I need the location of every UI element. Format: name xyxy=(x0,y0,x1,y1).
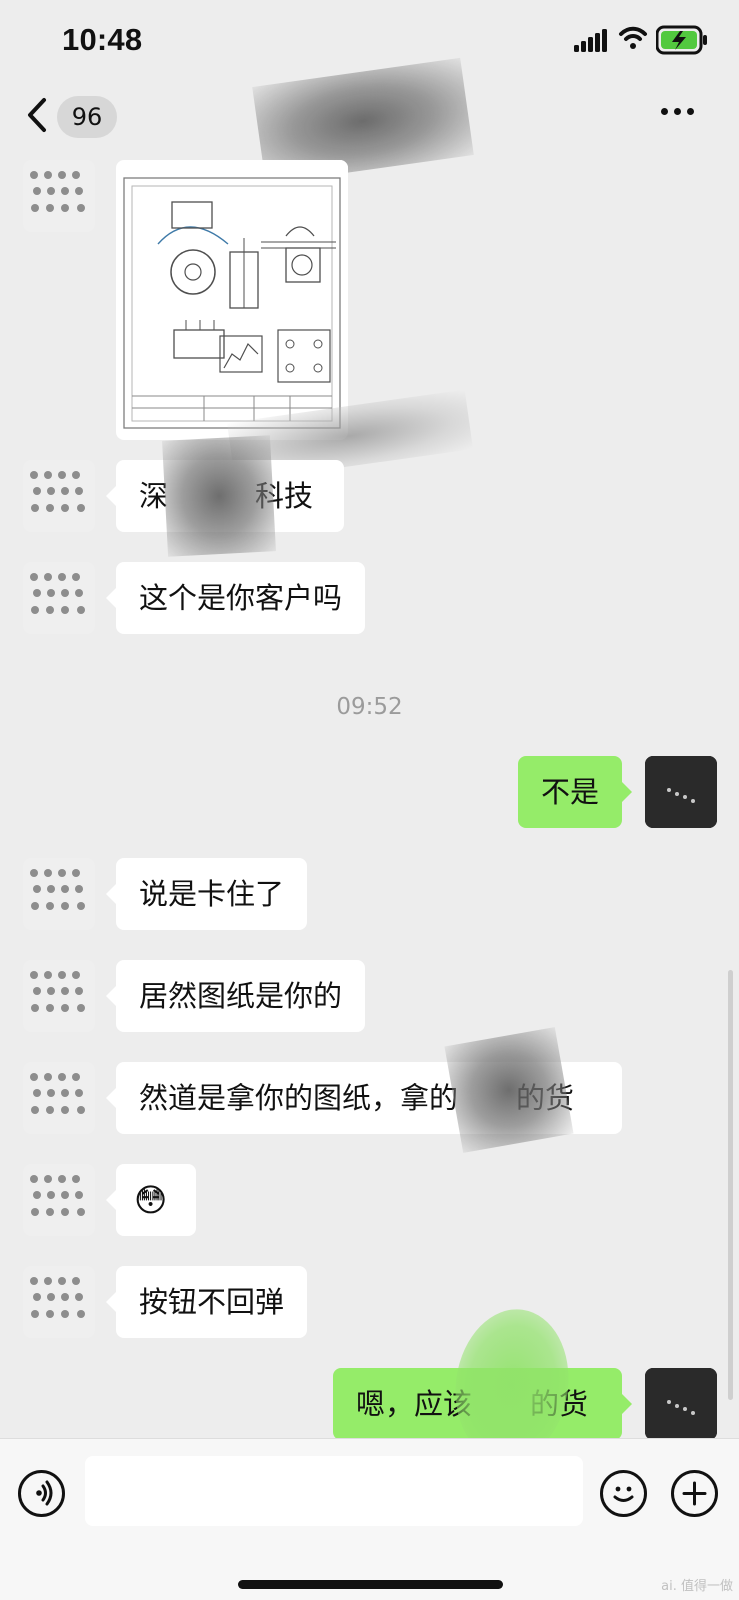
message-bubble[interactable]: 按钮不回弹 xyxy=(105,1266,308,1338)
dark-screw-avatar-image xyxy=(645,756,717,828)
message-bubble[interactable]: 这个是你客户吗 xyxy=(105,562,366,634)
redaction-smudge xyxy=(444,1027,574,1153)
status-bar: 10:48 xyxy=(0,0,739,80)
chat-navigation-bar: 96 xyxy=(0,57,739,185)
message-input-bar: ai. 值得一做 xyxy=(0,1438,739,1600)
screw-pattern-avatar-image xyxy=(23,460,95,532)
screw-pattern-avatar-image xyxy=(23,858,95,930)
more-horizontal-icon xyxy=(674,108,681,115)
contact-avatar[interactable] xyxy=(23,1062,95,1134)
home-indicator xyxy=(238,1580,503,1589)
dark-screw-avatar-image xyxy=(645,1368,717,1438)
embarrassed-emoji-icon[interactable]: 😳 xyxy=(106,1164,196,1236)
voice-icon xyxy=(36,1480,53,1506)
add-button[interactable] xyxy=(671,1470,718,1517)
chevron-left-icon xyxy=(28,98,46,132)
screw-pattern-avatar-image xyxy=(23,562,95,634)
message-timestamp: 09:52 xyxy=(336,694,403,720)
screw-pattern-avatar-image xyxy=(23,1164,95,1236)
wifi-icon xyxy=(619,26,647,49)
message-bubble[interactable]: 说是卡住了 xyxy=(105,858,308,930)
more-options-button[interactable] xyxy=(661,108,695,118)
voice-button[interactable] xyxy=(18,1470,65,1517)
more-horizontal-icon xyxy=(687,108,694,115)
contact-avatar[interactable] xyxy=(23,960,95,1032)
contact-avatar[interactable] xyxy=(23,1164,95,1236)
user-avatar[interactable] xyxy=(645,1368,717,1438)
back-button[interactable]: 96 xyxy=(24,92,120,142)
contact-avatar[interactable] xyxy=(23,858,95,930)
message-bubble[interactable]: 不是 xyxy=(518,756,632,828)
contact-avatar[interactable] xyxy=(23,460,95,532)
watermark-text: ai. 值得一做 xyxy=(661,1579,733,1594)
screw-pattern-avatar-image xyxy=(23,160,95,232)
contact-avatar[interactable] xyxy=(23,562,95,634)
redaction-smudge xyxy=(445,1301,579,1438)
message-bubble[interactable]: 居然图纸是你的 xyxy=(105,960,366,1032)
emoji-button[interactable] xyxy=(600,1470,647,1517)
more-horizontal-icon xyxy=(661,108,668,115)
redaction-smudge xyxy=(162,435,276,557)
screw-pattern-avatar-image xyxy=(23,960,95,1032)
engineering-drawing-image[interactable] xyxy=(116,160,348,440)
message-list-scrollbar[interactable] xyxy=(728,970,733,1400)
status-icons xyxy=(574,24,709,58)
message-input[interactable] xyxy=(85,1456,583,1526)
battery-charging-icon xyxy=(656,25,707,55)
signal-icon xyxy=(574,29,607,52)
contact-avatar[interactable] xyxy=(23,160,95,232)
screw-pattern-avatar-image xyxy=(23,1266,95,1338)
plus-icon xyxy=(682,1481,707,1506)
status-time: 10:48 xyxy=(62,22,143,57)
user-avatar[interactable] xyxy=(645,756,717,828)
smile-icon xyxy=(613,1486,634,1502)
contact-avatar[interactable] xyxy=(23,1266,95,1338)
technical-drawing-preview xyxy=(116,160,348,440)
screw-pattern-avatar-image xyxy=(23,1062,95,1134)
unread-count-badge: 96 xyxy=(57,96,117,138)
message-list[interactable]: 深 科技 这个是你客户吗 09:52 不是 说是卡住了 居然图纸是你的 然道是拿… xyxy=(0,156,739,1438)
